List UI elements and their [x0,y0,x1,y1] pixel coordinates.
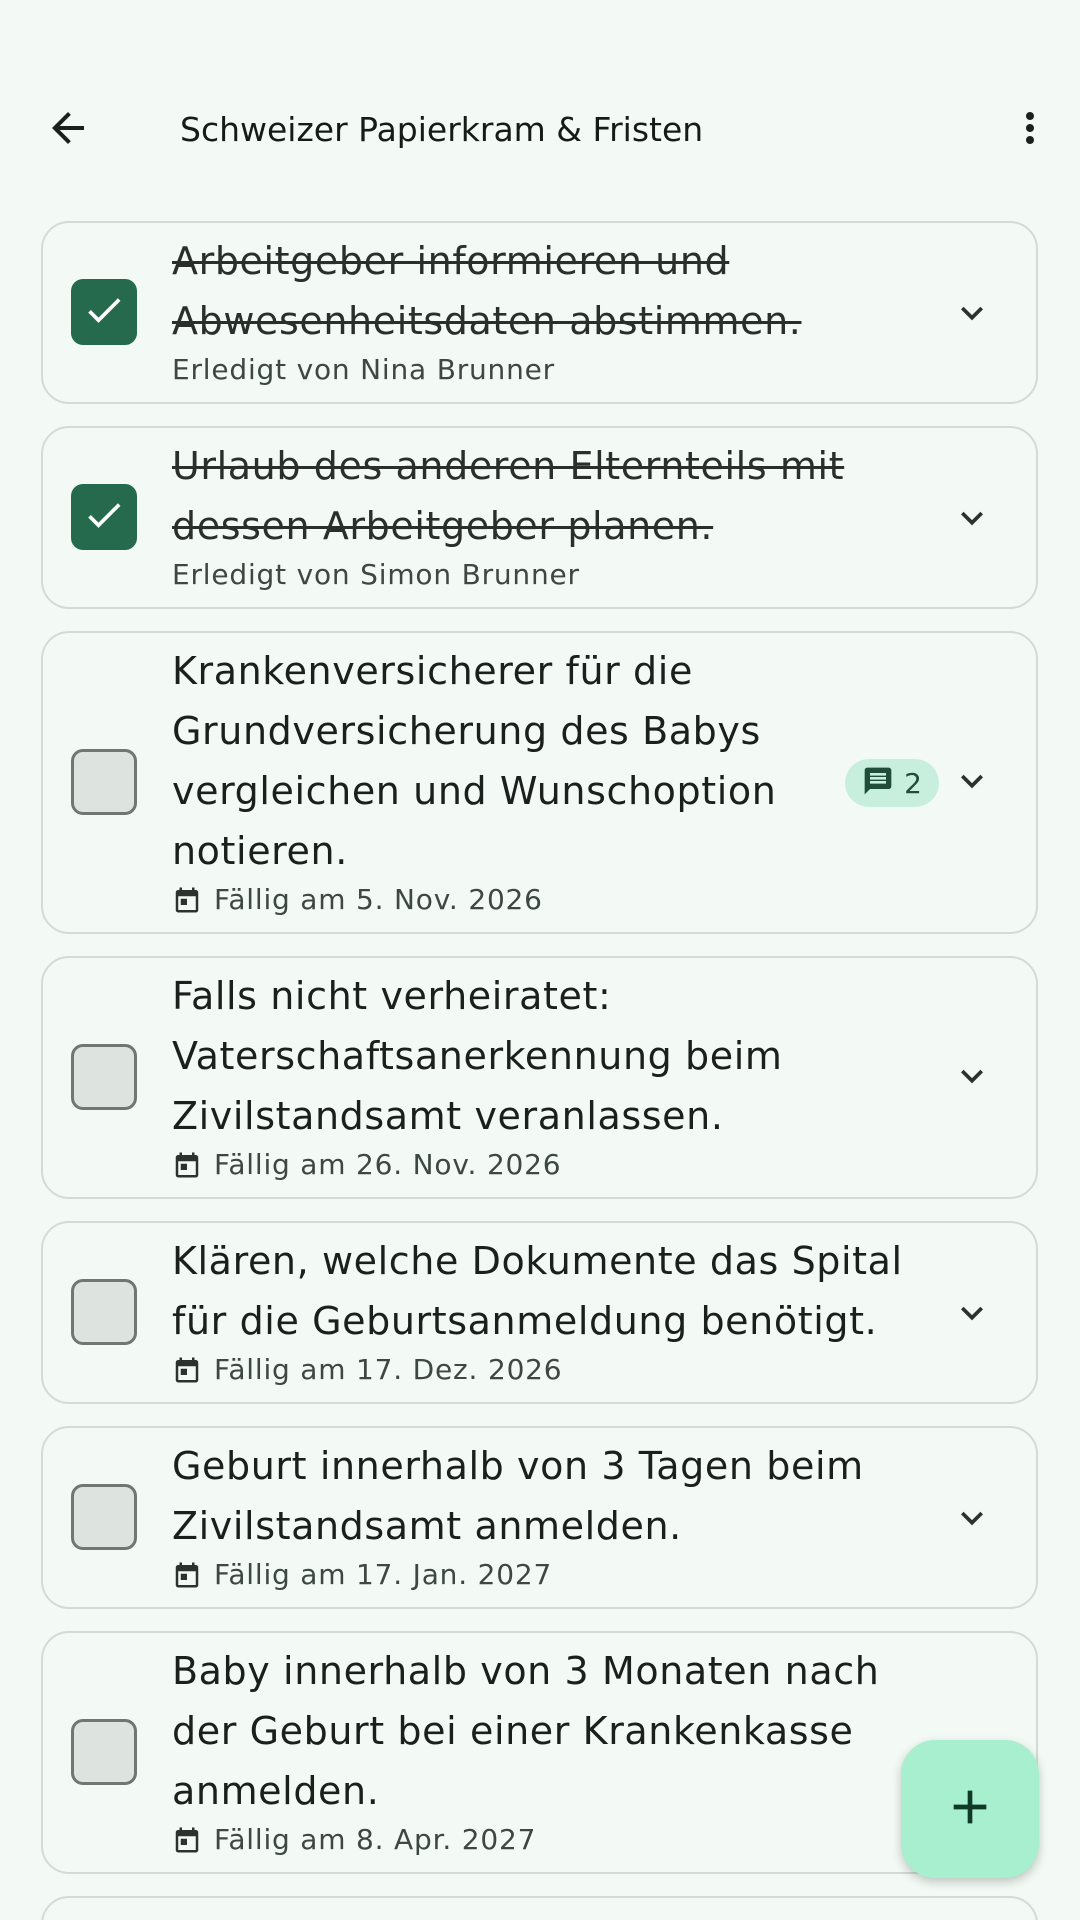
task-title-line: der Geburt bei einer Krankenkasse [172,1709,854,1753]
task-completed-by: Erledigt von Simon Brunner [172,558,580,591]
task-card[interactable]: Geburt innerhalb von 3 Tagen beim Zivils… [41,1426,1038,1609]
task-title-line: anmelden. [172,1769,380,1813]
expand-button[interactable] [950,1056,994,1100]
task-title-line: notieren. [172,829,348,873]
task-title-line: vergleichen und Wunschoption [172,769,777,813]
task-content: Falls nicht verheiratet: Vaterschaftsane… [172,966,783,1184]
task-content: Geburt innerhalb von 3 Tagen beim Zivils… [172,1436,864,1594]
comment-icon [862,765,894,801]
more-vert-icon [1006,104,1054,156]
calendar-icon [172,885,202,915]
task-content: Urlaub des anderen Elternteils mit desse… [172,436,844,594]
task-content: Arbeitgeber informieren und Abwesenheits… [172,231,801,389]
task-card[interactable]: Klären, welche Dokumente das Spital für … [41,1221,1038,1404]
task-title-line: Baby innerhalb von 3 Monaten nach [172,1649,880,1693]
due-date-text: Fällig am 8. Apr. 2027 [214,1823,537,1856]
task-card[interactable]: Urlaub des anderen Elternteils mit desse… [41,426,1038,609]
comment-count: 2 [904,766,922,800]
chevron-down-icon [950,291,994,339]
task-due-date: Fällig am 26. Nov. 2026 [172,1146,783,1184]
check-icon [82,493,126,541]
add-icon [942,1779,998,1839]
task-content: Klären, welche Dokumente das Spital für … [172,1231,903,1389]
task-checkbox[interactable] [71,749,137,815]
task-card[interactable] [41,1896,1038,1920]
expand-button[interactable] [950,761,994,805]
task-title-line: Zivilstandsamt veranlassen. [172,1094,724,1138]
expand-button[interactable] [950,498,994,542]
task-card[interactable]: Baby innerhalb von 3 Monaten nach der Ge… [41,1631,1038,1874]
task-checkbox[interactable] [71,1044,137,1110]
chevron-down-icon [950,1291,994,1339]
task-content: Krankenversicherer für die Grundversiche… [172,641,776,919]
comment-badge[interactable]: 2 [845,759,939,807]
calendar-icon [172,1355,202,1385]
task-title-line: Grundversicherung des Babys [172,709,761,753]
chevron-down-icon [950,1054,994,1102]
due-date-text: Fällig am 5. Nov. 2026 [214,883,543,916]
task-checkbox[interactable] [71,1279,137,1345]
task-checkbox[interactable] [71,1719,137,1785]
task-checkbox[interactable] [71,279,137,345]
task-checkbox[interactable] [71,1484,137,1550]
due-date-text: Fällig am 17. Jan. 2027 [214,1558,553,1591]
task-card[interactable]: Arbeitgeber informieren und Abwesenheits… [41,221,1038,404]
expand-button[interactable] [950,1498,994,1542]
task-title-line: Zivilstandsamt anmelden. [172,1504,682,1548]
chevron-down-icon [950,1496,994,1544]
more-options-button[interactable] [998,98,1062,162]
task-content: Baby innerhalb von 3 Monaten nach der Ge… [172,1641,879,1859]
calendar-icon [172,1825,202,1855]
calendar-icon [172,1560,202,1590]
arrow-back-icon [44,104,92,156]
task-checkbox[interactable] [71,484,137,550]
add-task-button[interactable] [901,1740,1039,1878]
task-title-line: Urlaub des anderen Elternteils mit [172,444,845,488]
task-title-line: dessen Arbeitgeber planen. [172,504,714,548]
task-title-line: Krankenversicherer für die [172,649,693,693]
task-due-date: Fällig am 8. Apr. 2027 [172,1821,879,1859]
task-title-line: Abwesenheitsdaten abstimmen. [172,299,802,343]
task-title-line: Falls nicht verheiratet: [172,974,612,1018]
task-title-line: für die Geburtsanmeldung benötigt. [172,1299,878,1343]
task-title-line: Vaterschaftsanerkennung beim [172,1034,783,1078]
task-due-date: Fällig am 17. Dez. 2026 [172,1351,903,1389]
due-date-text: Fällig am 17. Dez. 2026 [214,1353,563,1386]
task-completed-by: Erledigt von Nina Brunner [172,353,555,386]
chevron-down-icon [950,496,994,544]
task-title-line: Geburt innerhalb von 3 Tagen beim [172,1444,864,1488]
task-due-date: Fällig am 17. Jan. 2027 [172,1556,864,1594]
task-title-line: Arbeitgeber informieren und [172,239,730,283]
task-list-screen: Schweizer Papierkram & Fristen Arbeitgeb… [0,0,1080,1920]
page-title: Schweizer Papierkram & Fristen [180,110,704,149]
task-card[interactable]: Falls nicht verheiratet: Vaterschaftsane… [41,956,1038,1199]
top-app-bar: Schweizer Papierkram & Fristen [0,90,1080,170]
task-card[interactable]: Krankenversicherer für die Grundversiche… [41,631,1038,934]
check-icon [82,288,126,336]
due-date-text: Fällig am 26. Nov. 2026 [214,1148,562,1181]
expand-button[interactable] [950,293,994,337]
back-button[interactable] [36,98,100,162]
task-title-line: Klären, welche Dokumente das Spital [172,1239,903,1283]
expand-button[interactable] [950,1293,994,1337]
task-due-date: Fällig am 5. Nov. 2026 [172,881,776,919]
calendar-icon [172,1150,202,1180]
chevron-down-icon [950,759,994,807]
